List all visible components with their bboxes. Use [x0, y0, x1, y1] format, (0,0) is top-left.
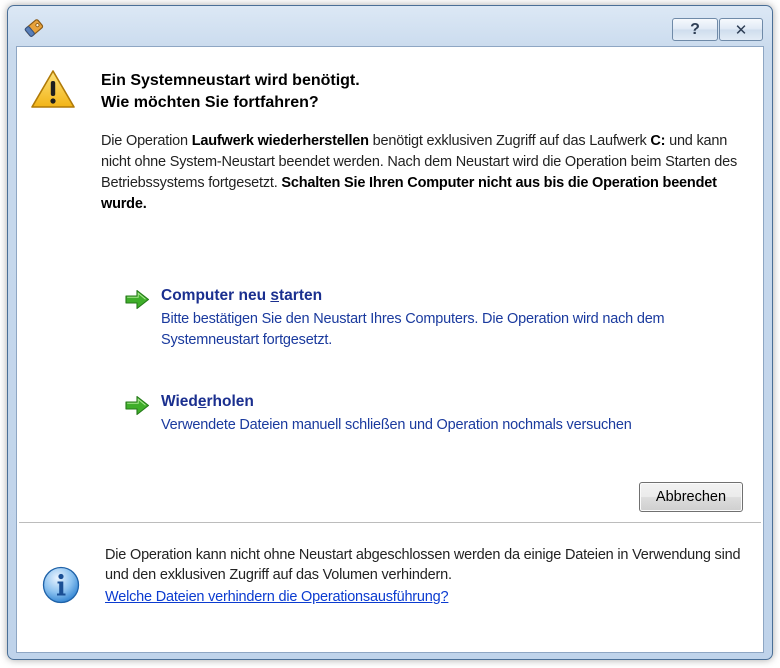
- blocking-files-link[interactable]: Welche Dateien verhindern die Operations…: [105, 587, 449, 607]
- desc-drive-letter: C:: [650, 133, 666, 149]
- dialog-content: Ein Systemneustart wird benötigt. Wie mö…: [16, 46, 764, 653]
- dialog-window: ? ✕ Ein Systemneustart wird benötigt. Wi…: [7, 5, 773, 660]
- operation-description: Die Operation Laufwerk wiederherstellen …: [101, 131, 751, 215]
- retry-title-part-2: rholen: [206, 393, 254, 410]
- desc-text-1: Die Operation: [101, 133, 192, 149]
- headline-line-1: Ein Systemneustart wird benötigt.: [101, 72, 360, 89]
- retry-description: Verwendete Dateien manuell schließen und…: [161, 417, 632, 433]
- retry-title-access-key: e: [197, 393, 207, 410]
- restart-title-access-key: s: [270, 287, 279, 304]
- title-bar[interactable]: ? ✕: [8, 6, 772, 44]
- restart-title-part-1: Computer neu: [161, 287, 271, 304]
- desc-operation-name: Laufwerk wiederherstellen: [191, 133, 369, 149]
- restart-computer-description: Bitte bestätigen Sie den Neustart Ihres …: [161, 311, 665, 348]
- tag-icon: [24, 19, 44, 37]
- restart-title-part-2: tarten: [279, 287, 323, 304]
- info-icon: [42, 566, 80, 604]
- warning-icon: [31, 70, 75, 108]
- footer-info-text: Die Operation kann nicht ohne Neustart a…: [105, 547, 741, 583]
- green-arrow-icon: [125, 289, 150, 310]
- close-icon: ✕: [734, 21, 748, 39]
- close-button[interactable]: ✕: [719, 18, 763, 41]
- retry-title[interactable]: Wiederholen: [161, 393, 254, 411]
- footer-divider: [19, 522, 761, 524]
- restart-computer-title[interactable]: Computer neu starten: [161, 287, 322, 305]
- desc-text-2: benötigt exklusiven Zugriff auf das Lauf…: [368, 133, 651, 149]
- dialog-headline: Ein Systemneustart wird benötigt. Wie mö…: [101, 70, 360, 114]
- help-icon: ?: [690, 20, 700, 38]
- green-arrow-icon: [125, 395, 150, 416]
- headline-line-2: Wie möchten Sie fortfahren?: [101, 94, 319, 111]
- retry-title-part-1: Wied: [161, 393, 198, 410]
- help-button[interactable]: ?: [672, 18, 718, 41]
- cancel-button[interactable]: Abbrechen: [639, 482, 743, 512]
